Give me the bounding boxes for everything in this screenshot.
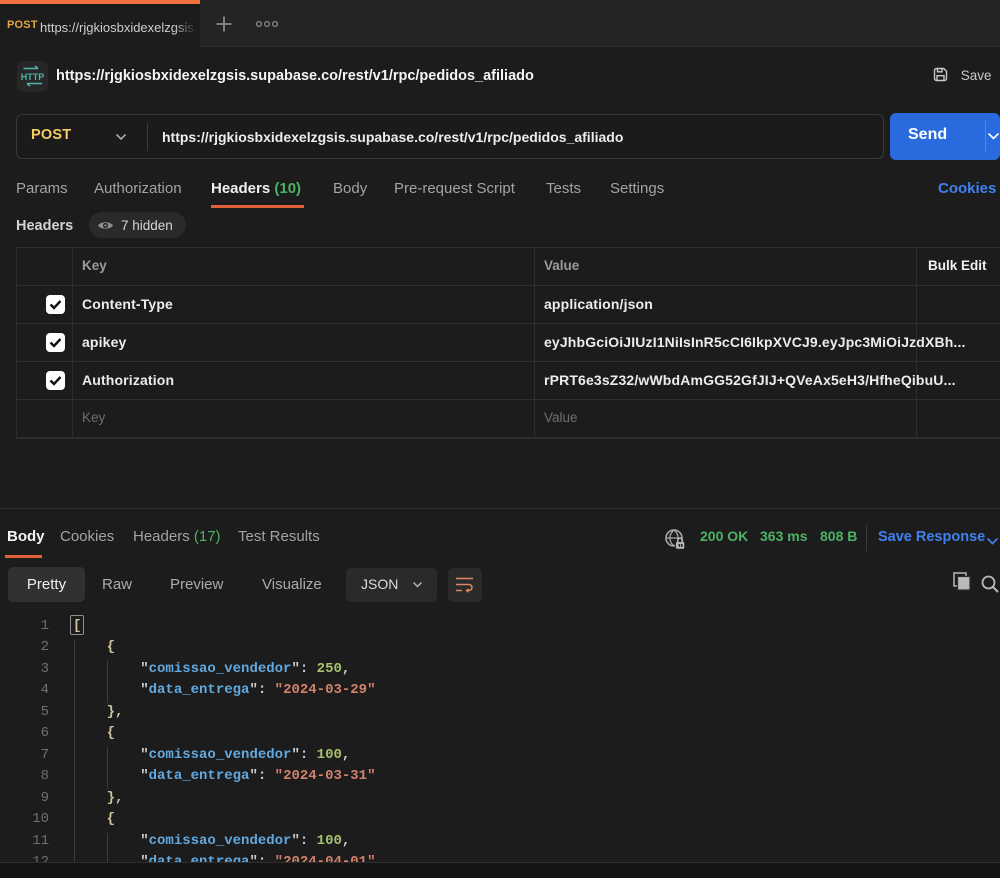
svg-text:HTTP: HTTP <box>21 72 45 82</box>
